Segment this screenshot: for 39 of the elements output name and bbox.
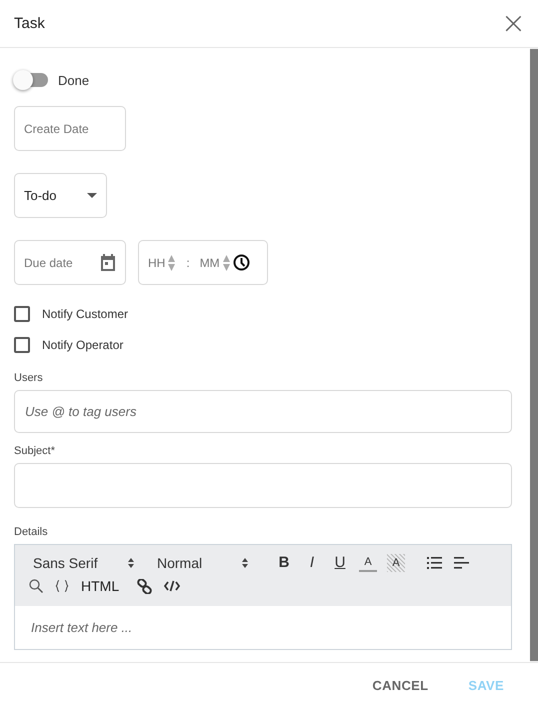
due-date-field[interactable]: Due date <box>14 240 126 285</box>
time-field[interactable]: HH : MM <box>138 240 268 285</box>
sort-arrows-icon <box>127 557 135 569</box>
done-toggle[interactable] <box>14 73 48 87</box>
create-date-field[interactable]: Create Date <box>14 106 126 151</box>
close-button[interactable]: × <box>496 8 530 38</box>
underline-button[interactable]: U <box>331 554 349 572</box>
scrollbar[interactable] <box>530 48 538 662</box>
cancel-button[interactable]: CANCEL <box>368 674 432 696</box>
editor-field[interactable]: Insert text here ... <box>15 606 511 649</box>
users-field[interactable]: Use @ to tag users <box>14 390 512 433</box>
clock-icon[interactable] <box>232 254 250 271</box>
dropdown-caret-icon <box>87 193 97 198</box>
italic-button[interactable]: I <box>303 554 321 572</box>
field-label: Users <box>14 372 43 384</box>
checkbox-label: Notify Operator <box>42 338 124 352</box>
size-picker[interactable]: Normal <box>153 555 253 571</box>
sort-arrows-icon <box>241 557 249 569</box>
link-icon[interactable] <box>137 578 152 594</box>
toggle-label: Done <box>58 72 90 88</box>
checkbox-label: Notify Customer <box>42 306 128 320</box>
checkbox[interactable] <box>14 336 30 352</box>
font-picker[interactable]: Sans Serif <box>29 555 139 571</box>
checkbox[interactable] <box>14 306 30 322</box>
dialog-title: Task <box>14 15 45 32</box>
braces-icon[interactable] <box>55 580 69 592</box>
bullet-list-icon[interactable] <box>427 557 442 569</box>
code-icon[interactable] <box>164 580 180 592</box>
search-icon[interactable] <box>29 579 43 593</box>
calendar-icon <box>100 254 116 271</box>
field-label: Subject* <box>14 445 55 457</box>
background-color-button[interactable]: A <box>387 554 405 572</box>
text-color-button[interactable]: A <box>359 554 377 572</box>
field-label: Details <box>14 526 48 538</box>
bold-button[interactable]: B <box>275 554 293 572</box>
html-button[interactable]: HTML <box>81 578 120 594</box>
subject-field[interactable] <box>14 463 512 508</box>
align-left-icon[interactable] <box>454 557 469 569</box>
status-dropdown[interactable]: To-do <box>14 173 107 218</box>
